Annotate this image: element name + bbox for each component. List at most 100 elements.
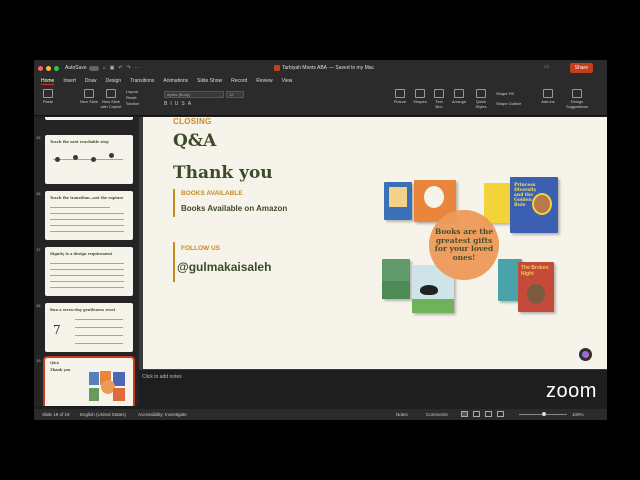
undo-icon[interactable]: ↶	[118, 65, 122, 71]
design-suggestions-icon	[572, 89, 582, 98]
step-dot	[109, 153, 114, 158]
section-button[interactable]: Section	[126, 101, 139, 107]
text-line	[50, 207, 110, 208]
slide-thumbnail[interactable]	[45, 117, 133, 120]
thumbnail-title: Dignity is a design requirement	[50, 252, 113, 256]
tab-slide-show[interactable]: Slide Show	[197, 78, 222, 84]
timeline-line	[53, 159, 123, 160]
tab-design[interactable]: Design	[106, 78, 122, 84]
book-thumb	[113, 388, 125, 401]
shape-format-options: Shape Fill Shape Outline	[496, 91, 521, 107]
autosave-toggle[interactable]: AutoSave	[65, 65, 99, 71]
tab-animations[interactable]: Animations	[163, 78, 188, 84]
table-line	[50, 281, 124, 282]
normal-view-icon[interactable]	[461, 411, 468, 417]
picture-button[interactable]: Picture	[392, 89, 408, 104]
new-slide-button[interactable]: New Slide	[80, 89, 98, 104]
zoom-level[interactable]: 100%	[572, 412, 584, 417]
powerpoint-icon	[274, 65, 280, 71]
font-family-select[interactable]: Aptos (Body)	[164, 91, 224, 98]
quick-styles-button[interactable]: Quick Styles	[472, 89, 490, 109]
thumbnail-row-19: 19 Q&A Thank you	[36, 356, 137, 406]
current-slide[interactable]: CLOSING Q&A Thank you BOOKS AVAILABLE Bo…	[143, 117, 607, 369]
thumbnail-title: Teach the transition—not the rupture	[50, 196, 124, 200]
slide-number: 18	[36, 303, 41, 308]
font-size-select[interactable]: 12	[226, 91, 244, 98]
share-button[interactable]: Share	[569, 63, 593, 73]
quick-styles-label: Quick Styles	[475, 99, 487, 109]
redo-icon[interactable]: ↷	[127, 65, 131, 71]
flower-illustration	[424, 186, 444, 208]
font-color-icon[interactable]: A	[188, 101, 194, 107]
text-box-button[interactable]: Text Box	[432, 89, 446, 109]
slide-thumbnail-panel[interactable]: 15 Teach the next reachable step 16 Teac…	[34, 117, 139, 406]
thumbnail-row-15: 15 Teach the next reachable step	[36, 135, 137, 185]
book-thumb	[89, 388, 99, 401]
design-suggestions-button[interactable]: Design Suggestions	[564, 89, 590, 109]
thumbnail-title: Q&A	[50, 361, 59, 365]
accessibility-indicator[interactable]: Accessibility: Investigate	[138, 412, 187, 417]
text-line	[50, 219, 124, 220]
qa-heading: Q&A	[173, 131, 217, 151]
language-indicator[interactable]: English (United States)	[80, 412, 126, 417]
slide-thumbnail-18[interactable]: Run a seven-day gentleness reset 7	[45, 303, 133, 352]
comment-icon[interactable]: ▭	[544, 64, 549, 70]
autosave-label: AutoSave	[65, 65, 87, 71]
reading-view-icon[interactable]	[485, 411, 492, 417]
clipboard-icon	[43, 89, 53, 98]
new-slide-label: New Slide	[80, 99, 99, 104]
shapes-button[interactable]: Shapes	[412, 89, 428, 104]
grass-illustration	[382, 281, 410, 299]
slide-thumbnail-16[interactable]: Teach the transition—not the rupture	[45, 191, 133, 240]
tab-insert[interactable]: Insert	[63, 78, 76, 84]
text-line	[75, 343, 123, 344]
tab-draw[interactable]: Draw	[85, 78, 97, 84]
follow-us-label: FOLLOW US	[181, 245, 220, 252]
maximize-window-button[interactable]	[54, 65, 59, 71]
zoom-slider-handle[interactable]	[542, 412, 546, 416]
slide-sorter-icon[interactable]	[473, 411, 480, 417]
grass-illustration	[412, 299, 454, 313]
book-cover-blue	[384, 182, 412, 220]
add-ins-label: Add-ins	[541, 99, 555, 104]
slide-number: 19	[36, 358, 41, 363]
text-line	[50, 213, 124, 214]
book-thumb	[113, 372, 125, 386]
slide-thumbnail-15[interactable]: Teach the next reachable step	[45, 135, 133, 184]
doc-title-text: Tarbiyah Meets ABA	[282, 65, 328, 71]
copilot-icon[interactable]	[579, 348, 592, 361]
paste-button[interactable]: Paste	[40, 89, 56, 104]
tab-review[interactable]: Review	[256, 78, 272, 84]
document-title[interactable]: Tarbiyah Meets ABA — Saved to my Mac	[274, 65, 374, 71]
close-window-button[interactable]	[38, 65, 43, 71]
paste-label: Paste	[42, 99, 54, 104]
quick-styles-icon	[476, 89, 486, 98]
closing-label: CLOSING	[173, 117, 212, 126]
thumbnail-big-number: 7	[53, 323, 61, 337]
tab-record[interactable]: Record	[231, 78, 247, 84]
tab-view[interactable]: View	[282, 78, 293, 84]
social-handle: @gulmakaisaleh	[177, 260, 272, 274]
share-label: Share	[574, 65, 588, 71]
thumbnail-title: Run a seven-day gentleness reset	[50, 308, 116, 312]
save-icon[interactable]: ▣	[110, 65, 115, 71]
more-icon[interactable]: ···	[135, 65, 140, 71]
step-dot	[55, 157, 60, 162]
slideshow-view-icon[interactable]	[497, 411, 504, 417]
slide-thumbnail-19[interactable]: Q&A Thank you	[43, 356, 135, 406]
home-icon[interactable]: ⌂	[103, 65, 106, 71]
notes-toggle-button[interactable]: Notes	[396, 412, 408, 417]
new-slide-copilot-button[interactable]: New Slide with Copilot	[100, 89, 122, 109]
minimize-window-button[interactable]	[46, 65, 51, 71]
add-ins-button[interactable]: Add-ins	[539, 89, 557, 104]
arrange-button[interactable]: Arrange	[450, 89, 468, 104]
tab-home[interactable]: Home	[41, 78, 55, 85]
shape-outline-button[interactable]: Shape Outline	[496, 101, 521, 107]
tab-transitions[interactable]: Transitions	[130, 78, 154, 84]
shape-fill-button[interactable]: Shape Fill	[496, 91, 521, 97]
text-line	[75, 319, 123, 320]
slide-thumbnail-17[interactable]: Dignity is a design requirement	[45, 247, 133, 296]
girl-illustration	[532, 193, 552, 215]
book-thumb	[89, 372, 99, 385]
comments-toggle-button[interactable]: Comments	[426, 412, 448, 417]
